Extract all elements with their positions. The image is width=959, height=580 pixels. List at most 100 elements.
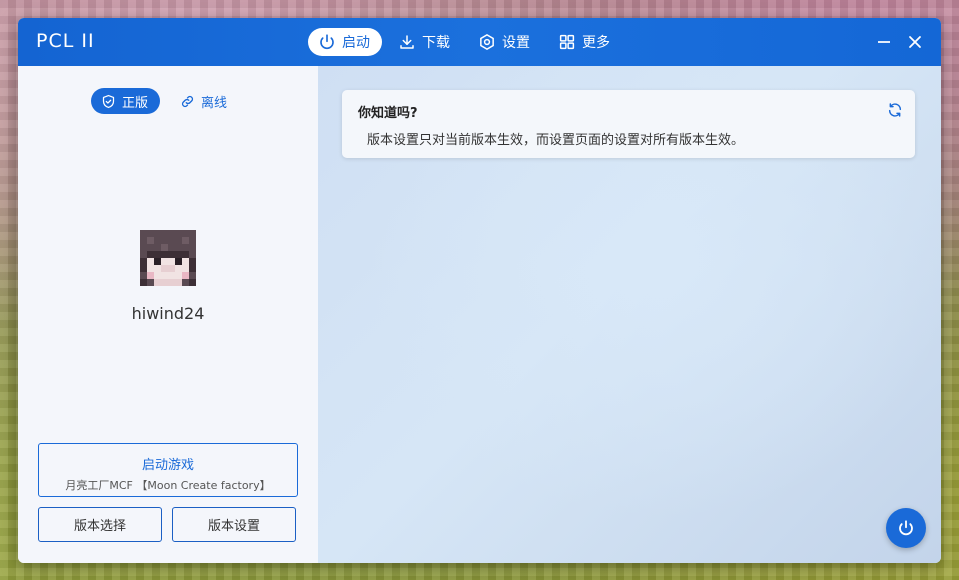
close-button[interactable] [903, 30, 927, 54]
avatar-pixel [154, 251, 161, 258]
username: hiwind24 [131, 304, 205, 323]
avatar-pixel [140, 244, 147, 251]
avatar-pixel [189, 265, 196, 272]
avatar-pixel [168, 230, 175, 237]
avatar-pixel [189, 279, 196, 286]
account-mode-switch: 正版 离线 [91, 88, 239, 114]
avatar-pixel [189, 244, 196, 251]
avatar-pixel [161, 230, 168, 237]
avatar-pixel [168, 279, 175, 286]
avatar-pixel [161, 258, 168, 265]
avatar-pixel [161, 244, 168, 251]
launch-version-label: 月亮工厂MCF 【Moon Create factory】 [65, 479, 271, 492]
avatar-pixel [161, 251, 168, 258]
avatar-pixel [168, 258, 175, 265]
avatar-pixel [168, 272, 175, 279]
avatar-pixel [182, 244, 189, 251]
avatar-pixel [175, 244, 182, 251]
avatar-pixel [175, 265, 182, 272]
avatar-pixel [140, 251, 147, 258]
avatar-pixel [161, 272, 168, 279]
avatar-pixel [147, 265, 154, 272]
nav-settings[interactable]: 设置 [468, 28, 542, 56]
avatar-pixel [154, 265, 161, 272]
download-icon [400, 35, 414, 49]
settings-icon [480, 34, 494, 50]
nav-more[interactable]: 更多 [548, 28, 622, 56]
avatar-pixel [154, 258, 161, 265]
nav-download-label: 下载 [422, 35, 450, 51]
avatar-pixel [147, 279, 154, 286]
shield-icon [102, 94, 115, 108]
avatar-pixel [182, 230, 189, 237]
avatar-pixel [147, 230, 154, 237]
avatar-pixel [182, 272, 189, 279]
avatar-pixel [175, 258, 182, 265]
avatar-pixel [182, 265, 189, 272]
nav-settings-label: 设置 [502, 35, 530, 51]
avatar-pixel [154, 279, 161, 286]
avatar-pixel [168, 251, 175, 258]
mode-online-button[interactable]: 正版 [91, 88, 161, 114]
avatar-pixel [147, 244, 154, 251]
avatar-pixel [175, 251, 182, 258]
tip-text: 版本设置只对当前版本生效，而设置页面的设置对所有版本生效。 [367, 133, 745, 148]
nav-download[interactable]: 下载 [388, 28, 462, 56]
nav-launch[interactable]: 启动 [308, 28, 382, 56]
refresh-icon[interactable] [887, 102, 903, 118]
tip-title: 你知道吗? [358, 106, 418, 121]
avatar-pixel [147, 237, 154, 244]
avatar-pixel [182, 279, 189, 286]
avatar-pixel [189, 258, 196, 265]
avatar-pixel [182, 251, 189, 258]
avatar-pixel [140, 279, 147, 286]
version-select-label: 版本选择 [73, 519, 126, 534]
avatar-pixel [189, 237, 196, 244]
avatar-pixel [140, 258, 147, 265]
avatar-pixel [154, 230, 161, 237]
launch-game-label: 启动游戏 [141, 458, 194, 473]
avatar-pixel [140, 230, 147, 237]
version-settings-button[interactable]: 版本设置 [172, 507, 296, 542]
avatar-pixel [161, 237, 168, 244]
avatar-pixel [168, 265, 175, 272]
avatar-pixel [182, 258, 189, 265]
close-icon [909, 36, 921, 48]
link-icon [181, 95, 194, 107]
title-bar: PCL II 启动 下载 设置 更多 [18, 18, 941, 66]
app-title: PCL II [36, 30, 95, 52]
avatar-pixel [189, 230, 196, 237]
mode-offline-label: 离线 [201, 95, 228, 111]
main-content: 你知道吗? 版本设置只对当前版本生效，而设置页面的设置对所有版本生效。 [318, 66, 941, 563]
nav-launch-label: 启动 [342, 35, 370, 51]
mode-offline-button[interactable]: 离线 [170, 88, 239, 114]
avatar-pixel [175, 237, 182, 244]
avatar-pixel [175, 230, 182, 237]
avatar-pixel [161, 279, 168, 286]
avatar-pixel [147, 272, 154, 279]
avatar-pixel [175, 279, 182, 286]
avatar-pixel [189, 272, 196, 279]
app-window: PCL II 启动 下载 设置 更多 正版 离线 hiwind24 启动游戏 月… [18, 18, 941, 563]
main-nav: 启动 下载 设置 更多 [308, 28, 622, 56]
mode-online-label: 正版 [122, 95, 149, 111]
account-panel: 正版 离线 hiwind24 启动游戏 月亮工厂MCF 【Moon Create… [18, 66, 318, 563]
avatar-pixel [168, 244, 175, 251]
avatar-pixel [140, 237, 147, 244]
avatar-pixel [154, 244, 161, 251]
version-select-button[interactable]: 版本选择 [38, 507, 162, 542]
avatar-pixel [154, 237, 161, 244]
avatar [140, 230, 196, 286]
tip-card: 你知道吗? 版本设置只对当前版本生效，而设置页面的设置对所有版本生效。 [342, 90, 915, 158]
avatar-pixel [168, 237, 175, 244]
avatar-pixel [182, 237, 189, 244]
avatar-pixel [147, 251, 154, 258]
launch-game-button[interactable]: 启动游戏 月亮工厂MCF 【Moon Create factory】 [38, 443, 298, 497]
minimize-button[interactable] [872, 30, 896, 54]
avatar-pixel [147, 258, 154, 265]
avatar-pixel [175, 272, 182, 279]
quick-launch-button[interactable] [886, 508, 926, 548]
power-icon [899, 520, 913, 536]
avatar-pixel [154, 272, 161, 279]
nav-more-label: 更多 [582, 35, 610, 51]
